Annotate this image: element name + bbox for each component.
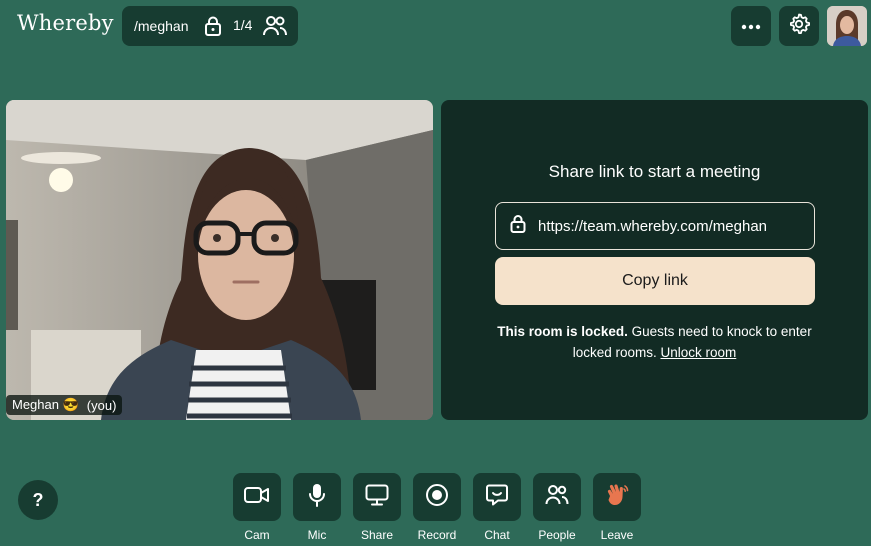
camera-icon [244, 486, 270, 509]
self-video-tile [6, 100, 433, 420]
leave-button[interactable]: Leave [593, 473, 641, 542]
record-button[interactable]: Record [413, 473, 461, 542]
record-icon [425, 483, 449, 512]
people-label: People [538, 528, 576, 542]
locked-room-note: This room is locked. Guests need to knoc… [481, 321, 828, 363]
help-button[interactable]: ? [18, 480, 58, 520]
room-info-pill[interactable]: /meghan 1/4 [122, 6, 298, 46]
participant-count: 1/4 [233, 17, 253, 33]
lock-icon [510, 214, 526, 238]
unlock-room-link[interactable]: Unlock room [661, 345, 737, 360]
share-label: Share [360, 528, 394, 542]
chat-icon [485, 483, 509, 512]
more-options-button[interactable] [731, 6, 771, 46]
share-title: Share link to start a meeting [548, 162, 761, 181]
cam-button[interactable]: Cam [233, 473, 281, 542]
wave-hand-icon [604, 482, 630, 513]
room-link-field[interactable]: https://team.whereby.com/meghan [495, 202, 815, 250]
more-dots-icon [741, 17, 761, 35]
share-screen-button[interactable]: Share [353, 473, 401, 542]
lock-icon [204, 16, 222, 41]
cam-label: Cam [244, 528, 270, 542]
screen-share-icon [365, 484, 389, 511]
whereby-logo[interactable]: Whereby [17, 11, 114, 35]
chat-label: Chat [484, 528, 510, 542]
participant-name-tag: Meghan 😎 (you) [6, 395, 123, 415]
participant-you-label: (you) [86, 397, 117, 413]
microphone-icon [308, 483, 326, 512]
people-button[interactable]: People [533, 473, 581, 542]
copy-link-button[interactable]: Copy link [495, 257, 815, 305]
record-label: Record [417, 528, 457, 542]
leave-label: Leave [600, 528, 634, 542]
room-name: /meghan [134, 18, 189, 34]
share-link-panel: Share link to start a meeting https://te… [441, 100, 868, 420]
locked-note-bold: This room is locked. [497, 324, 628, 339]
people-icon [262, 15, 288, 42]
people-icon [545, 484, 569, 511]
gear-icon [787, 12, 811, 41]
mic-label: Mic [307, 528, 327, 542]
participant-name: Meghan 😎 [12, 397, 79, 412]
user-avatar[interactable] [827, 6, 867, 46]
settings-button[interactable] [779, 6, 819, 46]
chat-button[interactable]: Chat [473, 473, 521, 542]
mic-button[interactable]: Mic [293, 473, 341, 542]
room-link-url: https://team.whereby.com/meghan [538, 217, 767, 235]
